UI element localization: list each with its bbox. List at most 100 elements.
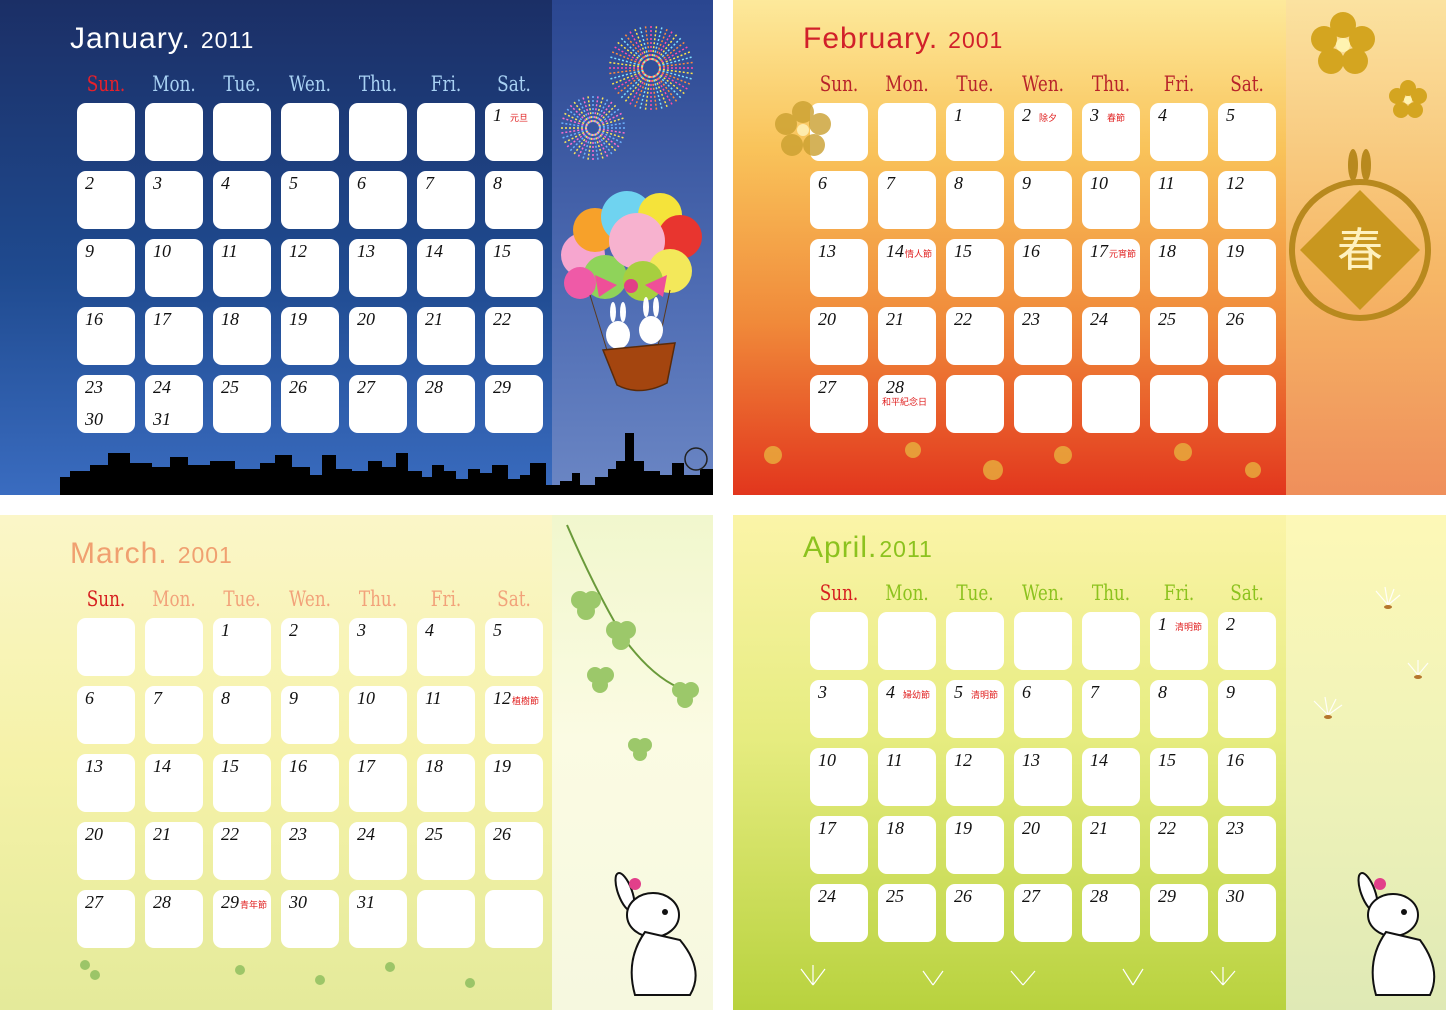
- day-cell[interactable]: 16: [281, 754, 339, 812]
- day-cell[interactable]: [485, 890, 543, 948]
- day-cell[interactable]: 31: [349, 890, 407, 948]
- day-cell[interactable]: 15: [485, 239, 543, 297]
- day-cell[interactable]: [1014, 612, 1072, 670]
- day-cell[interactable]: 13: [1014, 748, 1072, 806]
- day-cell[interactable]: 28: [145, 890, 203, 948]
- day-cell[interactable]: 11: [213, 239, 271, 297]
- day-cell[interactable]: 23: [1218, 816, 1276, 874]
- day-cell[interactable]: 28: [1082, 884, 1140, 942]
- day-cell[interactable]: 12 植樹節: [485, 686, 543, 744]
- day-cell[interactable]: 26: [946, 884, 1004, 942]
- day-cell[interactable]: 17: [810, 816, 868, 874]
- day-cell[interactable]: [77, 618, 135, 676]
- day-cell[interactable]: 7: [878, 171, 936, 229]
- day-cell[interactable]: 9: [281, 686, 339, 744]
- day-cell[interactable]: 12: [281, 239, 339, 297]
- day-cell[interactable]: [417, 890, 475, 948]
- day-cell[interactable]: 11: [1150, 171, 1208, 229]
- day-cell[interactable]: 27: [77, 890, 135, 948]
- day-cell[interactable]: 16: [77, 307, 135, 365]
- day-cell[interactable]: 1 元旦: [485, 103, 543, 161]
- day-cell[interactable]: 22: [485, 307, 543, 365]
- day-cell[interactable]: 2 除夕: [1014, 103, 1072, 161]
- day-cell[interactable]: 17: [145, 307, 203, 365]
- day-cell[interactable]: [878, 103, 936, 161]
- day-cell[interactable]: 20: [810, 307, 868, 365]
- day-cell[interactable]: 15: [213, 754, 271, 812]
- day-cell[interactable]: 22: [1150, 816, 1208, 874]
- day-cell[interactable]: 26: [485, 822, 543, 880]
- day-cell[interactable]: 5: [281, 171, 339, 229]
- day-cell[interactable]: 29: [1150, 884, 1208, 942]
- day-cell[interactable]: 6: [77, 686, 135, 744]
- day-cell[interactable]: [1082, 375, 1140, 433]
- day-cell[interactable]: 11: [417, 686, 475, 744]
- day-cell[interactable]: 13: [349, 239, 407, 297]
- day-cell[interactable]: [878, 612, 936, 670]
- day-cell[interactable]: 21: [1082, 816, 1140, 874]
- day-cell[interactable]: 19: [281, 307, 339, 365]
- day-cell[interactable]: 10: [1082, 171, 1140, 229]
- day-cell[interactable]: 7: [417, 171, 475, 229]
- day-cell[interactable]: 10: [349, 686, 407, 744]
- day-cell[interactable]: [946, 375, 1004, 433]
- day-cell[interactable]: 11: [878, 748, 936, 806]
- day-cell[interactable]: [417, 103, 475, 161]
- day-cell[interactable]: 23: [281, 822, 339, 880]
- day-cell[interactable]: 4 婦幼節: [878, 680, 936, 738]
- day-cell[interactable]: 9: [77, 239, 135, 297]
- day-cell[interactable]: 24: [1082, 307, 1140, 365]
- day-cell[interactable]: 9: [1218, 680, 1276, 738]
- day-cell[interactable]: 25: [1150, 307, 1208, 365]
- day-cell[interactable]: 18: [878, 816, 936, 874]
- day-cell[interactable]: 1: [946, 103, 1004, 161]
- day-cell[interactable]: 30: [1218, 884, 1276, 942]
- day-cell[interactable]: 21: [417, 307, 475, 365]
- day-cell[interactable]: 22: [213, 822, 271, 880]
- day-cell[interactable]: 18: [1150, 239, 1208, 297]
- day-cell[interactable]: 6: [349, 171, 407, 229]
- day-cell[interactable]: 24: [349, 822, 407, 880]
- day-cell[interactable]: 15: [946, 239, 1004, 297]
- day-cell[interactable]: 14 情人節: [878, 239, 936, 297]
- day-cell[interactable]: 8: [946, 171, 1004, 229]
- day-cell[interactable]: 3: [145, 171, 203, 229]
- day-cell[interactable]: [1150, 375, 1208, 433]
- day-cell[interactable]: [946, 612, 1004, 670]
- day-cell[interactable]: 19: [485, 754, 543, 812]
- day-cell[interactable]: 8: [1150, 680, 1208, 738]
- day-cell[interactable]: [1082, 612, 1140, 670]
- day-cell[interactable]: 14: [1082, 748, 1140, 806]
- day-cell[interactable]: 5: [1218, 103, 1276, 161]
- day-cell[interactable]: [213, 103, 271, 161]
- day-cell[interactable]: 28 和平紀念日: [878, 375, 936, 433]
- day-cell[interactable]: 2: [77, 171, 135, 229]
- day-cell[interactable]: 6: [810, 171, 868, 229]
- day-cell[interactable]: 21: [145, 822, 203, 880]
- day-cell[interactable]: 3 春節: [1082, 103, 1140, 161]
- day-cell[interactable]: [281, 103, 339, 161]
- day-cell[interactable]: 1 清明節: [1150, 612, 1208, 670]
- day-cell[interactable]: 4: [213, 171, 271, 229]
- day-cell[interactable]: 21: [878, 307, 936, 365]
- day-cell[interactable]: 10: [810, 748, 868, 806]
- day-cell[interactable]: [349, 103, 407, 161]
- day-cell[interactable]: 17 元宵節: [1082, 239, 1140, 297]
- day-cell[interactable]: 10: [145, 239, 203, 297]
- day-cell[interactable]: 9: [1014, 171, 1072, 229]
- day-cell[interactable]: 15: [1150, 748, 1208, 806]
- day-cell[interactable]: [77, 103, 135, 161]
- day-cell[interactable]: 3: [349, 618, 407, 676]
- day-cell[interactable]: 12: [1218, 171, 1276, 229]
- day-cell[interactable]: 23: [1014, 307, 1072, 365]
- day-cell[interactable]: 4: [417, 618, 475, 676]
- day-cell[interactable]: 18: [213, 307, 271, 365]
- day-cell[interactable]: [810, 612, 868, 670]
- day-cell[interactable]: 19: [946, 816, 1004, 874]
- day-cell[interactable]: 20: [77, 822, 135, 880]
- day-cell[interactable]: 16: [1014, 239, 1072, 297]
- day-cell[interactable]: 27: [810, 375, 868, 433]
- day-cell[interactable]: 5: [485, 618, 543, 676]
- day-cell[interactable]: [1014, 375, 1072, 433]
- day-cell[interactable]: 16: [1218, 748, 1276, 806]
